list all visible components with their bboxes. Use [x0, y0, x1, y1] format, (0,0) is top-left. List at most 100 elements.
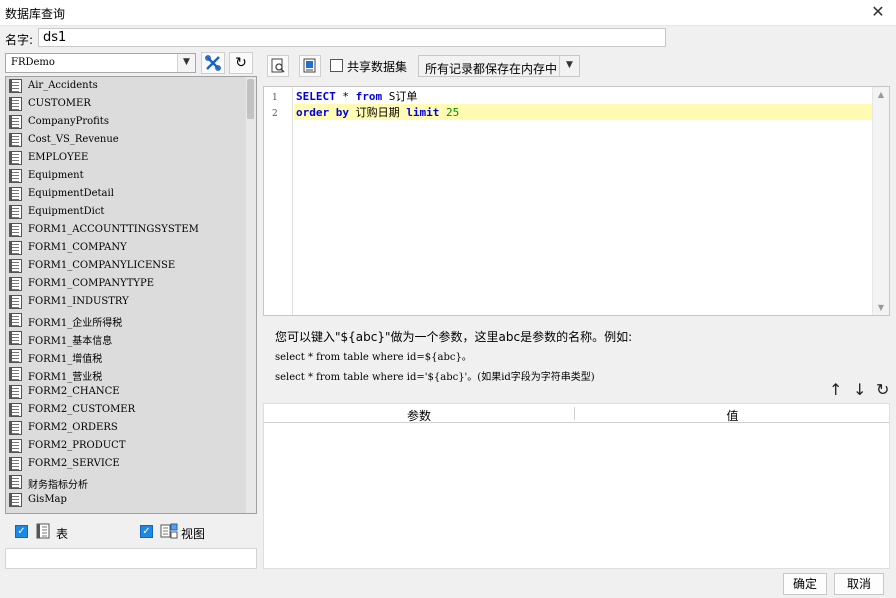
- table-name: FORM1_营业税: [28, 372, 103, 383]
- connection-value: FRDemo: [11, 57, 55, 68]
- table-name: Air_Accidents: [28, 80, 98, 91]
- name-input[interactable]: [38, 28, 666, 47]
- table-list-item[interactable]: FORM1_COMPANY: [6, 239, 256, 257]
- code-line-1[interactable]: SELECT * from S订单: [294, 88, 872, 104]
- table-list-item[interactable]: FORM1_ACCOUNTTINGSYSTEM: [6, 221, 256, 239]
- param-table-header: 参数 值: [264, 404, 889, 423]
- table-icon: [9, 79, 22, 93]
- table-list-item[interactable]: FORM2_SERVICE: [6, 455, 256, 473]
- table-list-item[interactable]: EquipmentDetail: [6, 185, 256, 203]
- table-icon: [9, 475, 22, 489]
- table-icon: [9, 367, 22, 381]
- table-icon: [9, 133, 22, 147]
- table-list-item[interactable]: Equipment: [6, 167, 256, 185]
- name-label: 名字:: [5, 33, 34, 47]
- view-check-label: 视图: [181, 527, 206, 541]
- cancel-button[interactable]: 取消: [834, 573, 884, 595]
- table-name: CompanyProfits: [28, 116, 109, 127]
- table-icon: [9, 115, 22, 129]
- table-icon: [9, 331, 22, 345]
- table-list-item[interactable]: CompanyProfits: [6, 113, 256, 131]
- table-name: FORM1_基本信息: [28, 336, 113, 347]
- view-icon: [160, 523, 178, 539]
- sql-keyword: order by: [296, 106, 349, 119]
- help-text-1: 您可以键入"${abc}"做为一个参数，这里abc是参数的名称。例如:: [275, 330, 633, 344]
- scrollbar-thumb[interactable]: [247, 79, 254, 119]
- scroll-up-icon[interactable]: ▲: [873, 90, 889, 99]
- table-list-item[interactable]: 财务指标分析: [6, 473, 256, 491]
- sql-text: 订购日期: [348, 106, 407, 119]
- ok-button[interactable]: 确定: [783, 573, 827, 595]
- table-list-item[interactable]: EMPLOYEE: [6, 149, 256, 167]
- table-icon: [36, 523, 50, 539]
- refresh-icon[interactable]: ↻: [876, 380, 889, 399]
- table-list-item[interactable]: CUSTOMER: [6, 95, 256, 113]
- paste-sql-button[interactable]: [299, 55, 321, 77]
- table-list-item[interactable]: FORM1_企业所得税: [6, 311, 256, 329]
- table-name: FORM2_ORDERS: [28, 422, 118, 433]
- arrow-up-icon[interactable]: ↑: [829, 380, 842, 399]
- table-list-item[interactable]: FORM2_CHANCE: [6, 383, 256, 401]
- table-name: FORM1_企业所得税: [28, 318, 123, 329]
- view-checkbox[interactable]: ✓: [140, 525, 153, 538]
- table-list-item[interactable]: FORM1_COMPANYTYPE: [6, 275, 256, 293]
- connection-settings-button[interactable]: [201, 52, 225, 74]
- chevron-down-icon[interactable]: ▼: [177, 54, 195, 72]
- table-name: FORM1_COMPANYTYPE: [28, 278, 155, 289]
- arrow-down-icon[interactable]: ↓: [853, 380, 866, 399]
- sql-editor[interactable]: 1 2 SELECT * from S订单 order by 订购日期 limi…: [263, 86, 890, 316]
- table-icon: [9, 403, 22, 417]
- table-name: FORM2_CHANCE: [28, 386, 120, 397]
- line-number: 1: [272, 93, 278, 103]
- scroll-down-icon[interactable]: ▼: [873, 303, 889, 312]
- param-column-header[interactable]: 参数: [264, 407, 575, 423]
- table-checkbox[interactable]: ✓: [15, 525, 28, 538]
- table-list-item[interactable]: GisMap: [6, 491, 256, 509]
- close-icon[interactable]: ✕: [868, 2, 888, 21]
- table-list-item[interactable]: FORM1_INDUSTRY: [6, 293, 256, 311]
- table-list-scrollbar[interactable]: [246, 77, 256, 513]
- table-icon: [9, 457, 22, 471]
- table-name: FORM1_INDUSTRY: [28, 296, 129, 307]
- table-list-item[interactable]: EquipmentDict: [6, 203, 256, 221]
- table-name: GisMap: [28, 494, 67, 505]
- table-list-item[interactable]: FORM1_营业税: [6, 365, 256, 383]
- table-list-item[interactable]: FORM1_增值税: [6, 347, 256, 365]
- filter-checks: ✓ 表 ✓ 视图: [5, 517, 257, 547]
- table-name: CUSTOMER: [28, 98, 91, 109]
- sql-keyword: limit: [406, 106, 440, 119]
- table-list-item[interactable]: FORM2_CUSTOMER: [6, 401, 256, 419]
- table-list-item[interactable]: FORM2_PRODUCT: [6, 437, 256, 455]
- value-column-header[interactable]: 值: [576, 407, 889, 424]
- table-list[interactable]: Air_Accidents CUSTOMER CompanyProfits Cost_…: [5, 76, 257, 514]
- param-table[interactable]: 参数 值: [263, 403, 890, 569]
- table-name: FORM1_COMPANYLICENSE: [28, 260, 176, 271]
- query-toolbar: 共享数据集 所有记录都保存在内存中 ▼: [263, 51, 891, 81]
- table-filter-input[interactable]: [5, 548, 257, 569]
- sql-keyword: from: [355, 90, 383, 103]
- refresh-button[interactable]: ↻: [229, 52, 253, 74]
- sql-keyword: SELECT: [296, 90, 336, 103]
- table-icon: [9, 241, 22, 255]
- editor-scrollbar[interactable]: ▲ ▼: [872, 87, 889, 315]
- table-icon: [9, 421, 22, 435]
- refresh-icon: ↻: [235, 55, 247, 71]
- table-icon: [9, 493, 22, 507]
- table-icon: [9, 439, 22, 453]
- table-icon: [9, 187, 22, 201]
- share-dataset-checkbox[interactable]: [330, 59, 343, 72]
- table-list-item[interactable]: Air_Accidents: [6, 77, 256, 95]
- table-icon: [9, 277, 22, 291]
- preview-button[interactable]: [267, 55, 289, 77]
- code-line-2[interactable]: order by 订购日期 limit 25: [294, 104, 872, 120]
- table-icon: [9, 169, 22, 183]
- storage-mode-select[interactable]: 所有记录都保存在内存中 ▼: [418, 55, 580, 77]
- table-list-item[interactable]: FORM1_基本信息: [6, 329, 256, 347]
- connection-select[interactable]: FRDemo ▼: [5, 53, 196, 73]
- chevron-down-icon[interactable]: ▼: [559, 56, 579, 76]
- table-list-item[interactable]: FORM1_COMPANYLICENSE: [6, 257, 256, 275]
- table-name: FORM2_PRODUCT: [28, 440, 126, 451]
- table-check-label: 表: [56, 527, 69, 541]
- table-list-item[interactable]: Cost_VS_Revenue: [6, 131, 256, 149]
- table-list-item[interactable]: FORM2_ORDERS: [6, 419, 256, 437]
